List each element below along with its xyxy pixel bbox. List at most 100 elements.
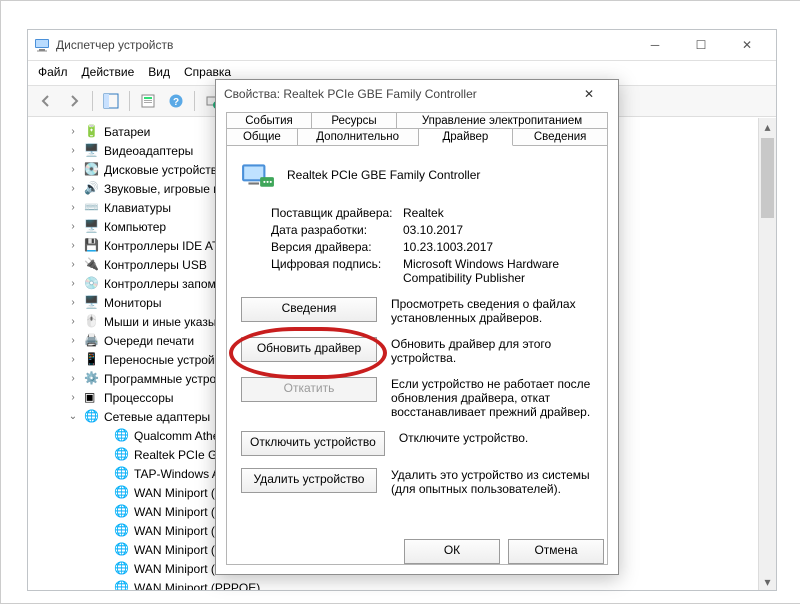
device-category-icon: 💾	[84, 238, 100, 254]
device-category-icon: 🖥️	[84, 143, 100, 159]
minimize-button[interactable]: ─	[632, 30, 678, 60]
network-adapter-icon	[241, 158, 275, 192]
tab-panel-driver: Realtek PCIe GBE Family Controller Поста…	[226, 146, 608, 565]
device-category-icon: ⌨️	[84, 200, 100, 216]
version-label: Версия драйвера:	[271, 240, 403, 254]
svg-text:?: ?	[173, 97, 179, 108]
details-button[interactable]: Сведения	[241, 297, 377, 322]
tab-resources[interactable]: Ресурсы	[312, 112, 397, 129]
tab-power[interactable]: Управление электропитанием	[397, 112, 608, 129]
collapse-icon[interactable]: ⌄	[66, 411, 80, 422]
tabs: События Ресурсы Управление электропитани…	[226, 112, 608, 146]
device-category-icon: 🖱️	[84, 314, 100, 330]
network-adapter-icon: 🌐	[114, 504, 130, 520]
scrollbar[interactable]: ▴ ▾	[758, 118, 776, 590]
vendor-value: Realtek	[403, 206, 444, 220]
expand-icon[interactable]: ›	[66, 240, 80, 251]
ok-button[interactable]: ОК	[404, 539, 500, 564]
maximize-button[interactable]: ☐	[678, 30, 724, 60]
version-value: 10.23.1003.2017	[403, 240, 493, 254]
properties-dialog: Свойства: Realtek PCIe GBE Family Contro…	[215, 79, 619, 575]
menu-help[interactable]: Справка	[184, 65, 231, 79]
scroll-up-button[interactable]: ▴	[759, 118, 776, 135]
tab-details[interactable]: Сведения	[513, 128, 608, 146]
tab-general[interactable]: Общие	[226, 128, 298, 146]
tree-item-label: Очереди печати	[104, 334, 194, 348]
network-adapter-icon: 🌐	[114, 561, 130, 577]
device-category-icon: 🌐	[84, 409, 100, 425]
tree-item[interactable]: 🌐WAN Miniport (PPPOE)	[96, 578, 776, 590]
dialog-titlebar: Свойства: Realtek PCIe GBE Family Contro…	[216, 80, 618, 108]
update-desc: Обновить драйвер для этого устройства.	[391, 337, 593, 365]
forward-button[interactable]	[62, 89, 86, 113]
tree-item-label: Видеоадаптеры	[104, 144, 193, 158]
device-category-icon: ▣	[84, 390, 100, 406]
details-desc: Просмотреть сведения о файлах установлен…	[391, 297, 593, 325]
close-button[interactable]: ✕	[568, 80, 610, 108]
device-name: Realtek PCIe GBE Family Controller	[287, 168, 480, 182]
network-adapter-icon: 🌐	[114, 523, 130, 539]
expand-icon[interactable]: ›	[66, 354, 80, 365]
device-category-icon: 📱	[84, 352, 100, 368]
network-adapter-icon: 🌐	[114, 428, 130, 444]
expand-icon[interactable]: ›	[66, 335, 80, 346]
cancel-button[interactable]: Отмена	[508, 539, 604, 564]
titlebar: Диспетчер устройств ─ ☐ ✕	[28, 30, 776, 61]
remove-desc: Удалить это устройство из системы (для о…	[391, 468, 593, 496]
menu-file[interactable]: Файл	[38, 65, 68, 79]
close-button[interactable]: ✕	[724, 30, 770, 60]
expand-icon[interactable]: ›	[66, 221, 80, 232]
expand-icon[interactable]: ›	[66, 202, 80, 213]
rollback-desc: Если устройство не работает после обновл…	[391, 377, 593, 419]
expand-icon[interactable]: ›	[66, 164, 80, 175]
expand-icon[interactable]: ›	[66, 373, 80, 384]
network-adapter-icon: 🌐	[114, 580, 130, 591]
menu-action[interactable]: Действие	[82, 65, 135, 79]
tree-item-label: Контроллеры USB	[104, 258, 207, 272]
dialog-title: Свойства: Realtek PCIe GBE Family Contro…	[224, 87, 568, 101]
scroll-down-button[interactable]: ▾	[759, 573, 776, 590]
separator-icon	[129, 91, 130, 111]
network-adapter-icon: 🌐	[114, 485, 130, 501]
expand-icon[interactable]: ›	[66, 183, 80, 194]
expand-icon[interactable]: ›	[66, 392, 80, 403]
tree-item-label: Компьютер	[104, 220, 166, 234]
tab-events[interactable]: События	[226, 112, 312, 129]
tree-item-label: Сетевые адаптеры	[104, 410, 210, 424]
tab-advanced[interactable]: Дополнительно	[298, 128, 419, 146]
separator-icon	[92, 91, 93, 111]
properties-button[interactable]	[136, 89, 160, 113]
device-category-icon: 🔋	[84, 124, 100, 140]
signature-value: Microsoft Windows Hardware Compatibility…	[403, 257, 583, 285]
vendor-label: Поставщик драйвера:	[271, 206, 403, 220]
help-button[interactable]: ?	[164, 89, 188, 113]
disable-desc: Отключите устройство.	[399, 431, 593, 445]
network-adapter-icon: 🌐	[114, 447, 130, 463]
tree-item-label: Мониторы	[104, 296, 161, 310]
scroll-thumb[interactable]	[761, 138, 774, 218]
signature-label: Цифровая подпись:	[271, 257, 403, 285]
expand-icon[interactable]: ›	[66, 297, 80, 308]
disable-device-button[interactable]: Отключить устройство	[241, 431, 385, 456]
remove-device-button[interactable]: Удалить устройство	[241, 468, 377, 493]
computer-icon	[34, 37, 50, 53]
device-category-icon: 🔌	[84, 257, 100, 273]
tree-item-label: Батареи	[104, 125, 150, 139]
date-label: Дата разработки:	[271, 223, 403, 237]
expand-icon[interactable]: ›	[66, 259, 80, 270]
back-button[interactable]	[34, 89, 58, 113]
tree-item-label: Клавиатуры	[104, 201, 171, 215]
device-category-icon: 🖨️	[84, 333, 100, 349]
expand-icon[interactable]: ›	[66, 145, 80, 156]
separator-icon	[194, 91, 195, 111]
expand-icon[interactable]: ›	[66, 126, 80, 137]
rollback-button: Откатить	[241, 377, 377, 402]
tab-driver[interactable]: Драйвер	[419, 128, 514, 146]
network-adapter-icon: 🌐	[114, 542, 130, 558]
menu-view[interactable]: Вид	[148, 65, 170, 79]
device-category-icon: 🖥️	[84, 219, 100, 235]
expand-icon[interactable]: ›	[66, 316, 80, 327]
update-driver-button[interactable]: Обновить драйвер	[241, 337, 377, 362]
expand-icon[interactable]: ›	[66, 278, 80, 289]
show-tree-button[interactable]	[99, 89, 123, 113]
